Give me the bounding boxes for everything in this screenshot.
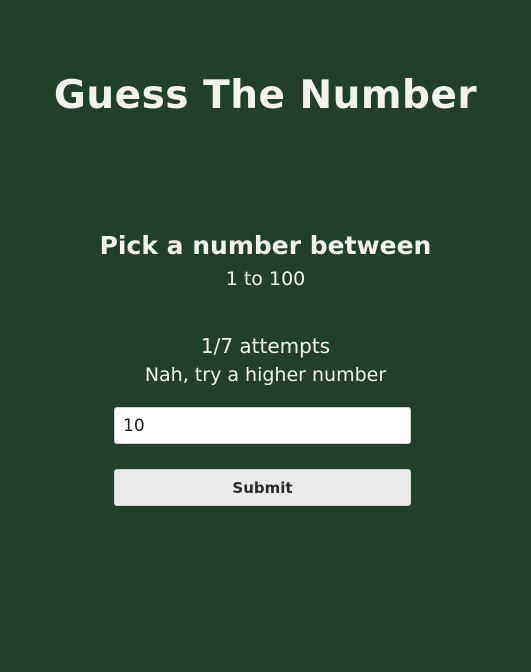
feedback-message: Nah, try a higher number [144,364,387,386]
prompt-text: Pick a number between [99,231,432,260]
submit-button[interactable]: Submit [114,469,411,506]
guess-input[interactable] [114,407,411,444]
attempts-counter: 1/7 attempts [200,334,331,358]
game-title: Guess The Number [53,73,478,118]
range-text: 1 to 100 [225,268,306,290]
